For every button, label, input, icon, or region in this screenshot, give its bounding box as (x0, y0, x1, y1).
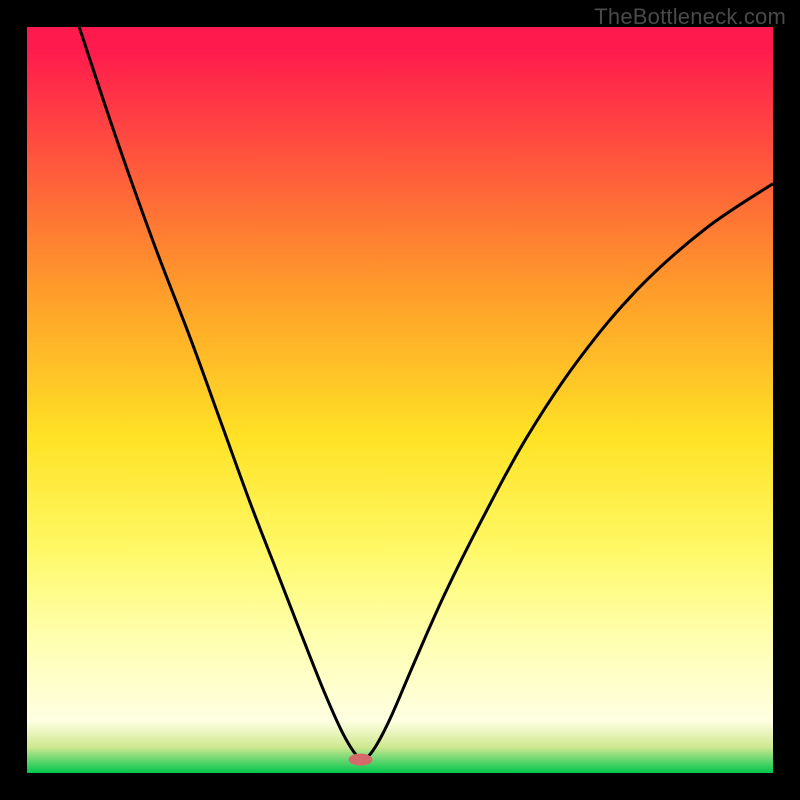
chart-container: TheBottleneck.com (0, 0, 800, 800)
bottleneck-chart (0, 0, 800, 800)
minimum-marker (349, 754, 373, 766)
plot-area (27, 27, 773, 773)
watermark-text: TheBottleneck.com (594, 4, 786, 30)
